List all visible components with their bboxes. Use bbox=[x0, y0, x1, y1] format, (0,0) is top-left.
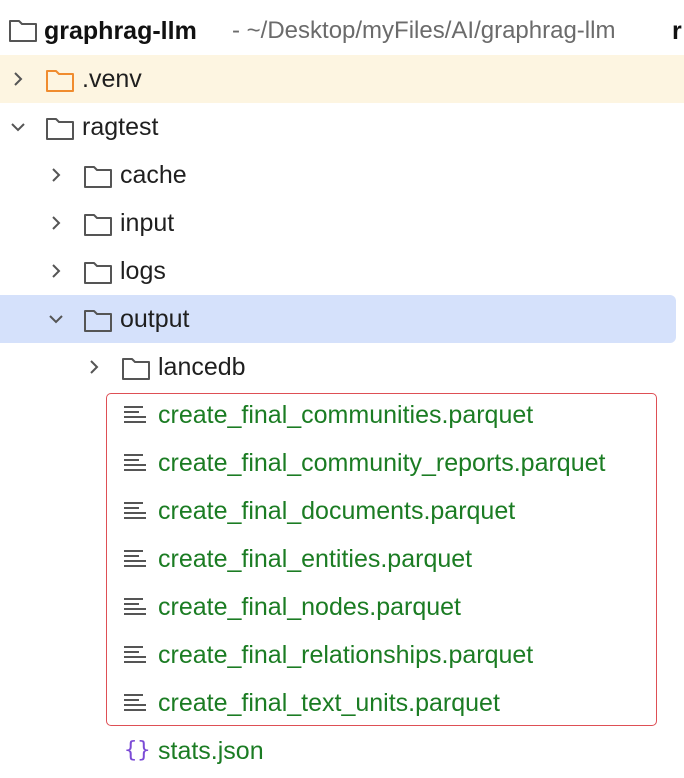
tree-item-label: stats.json bbox=[158, 737, 264, 765]
folder-icon bbox=[9, 20, 37, 42]
folder-icon bbox=[46, 70, 74, 92]
project-path-overflow: r bbox=[672, 17, 682, 45]
folder-icon bbox=[46, 118, 74, 140]
folder-icon bbox=[84, 214, 112, 236]
folder-icon bbox=[84, 262, 112, 284]
tree-item-label: input bbox=[120, 209, 175, 237]
tree-item-output[interactable]: output bbox=[0, 295, 676, 343]
tree-item-logs[interactable]: logs bbox=[0, 247, 684, 295]
tree-item-lancedb[interactable]: lancedb bbox=[0, 343, 684, 391]
chevron-right-icon[interactable] bbox=[46, 165, 66, 185]
chevron-right-icon[interactable] bbox=[46, 261, 66, 281]
tree-item-label: logs bbox=[120, 257, 166, 285]
chevron-right-icon[interactable] bbox=[84, 357, 104, 377]
project-path: - ~/Desktop/myFiles/AI/graphrag-llm bbox=[232, 17, 616, 44]
project-name: graphrag-llm bbox=[44, 17, 197, 45]
chevron-down-icon[interactable] bbox=[46, 309, 66, 329]
chevron-right-icon[interactable] bbox=[46, 213, 66, 233]
tree-item-label: ragtest bbox=[82, 113, 159, 141]
folder-icon bbox=[84, 166, 112, 188]
tree-item-label: .venv bbox=[82, 65, 142, 93]
tree-item-ragtest[interactable]: ragtest bbox=[0, 103, 684, 151]
chevron-down-icon[interactable] bbox=[8, 117, 28, 137]
tree-item-cache[interactable]: cache bbox=[0, 151, 684, 199]
folder-icon bbox=[84, 310, 112, 332]
highlight-box bbox=[106, 393, 657, 726]
project-root-row[interactable]: graphrag-llm - ~/Desktop/myFiles/AI/grap… bbox=[0, 7, 684, 55]
tree-item-label: lancedb bbox=[158, 353, 246, 381]
tree-item-label: cache bbox=[120, 161, 187, 189]
chevron-right-icon[interactable] bbox=[8, 69, 28, 89]
tree-item-venv[interactable]: .venv bbox=[0, 55, 684, 103]
tree-item-label: output bbox=[120, 305, 190, 333]
tree-item-input[interactable]: input bbox=[0, 199, 684, 247]
json-file-icon: {} bbox=[124, 738, 151, 763]
folder-icon bbox=[122, 358, 150, 380]
tree-item-stats-json[interactable]: {} stats.json bbox=[0, 727, 684, 775]
